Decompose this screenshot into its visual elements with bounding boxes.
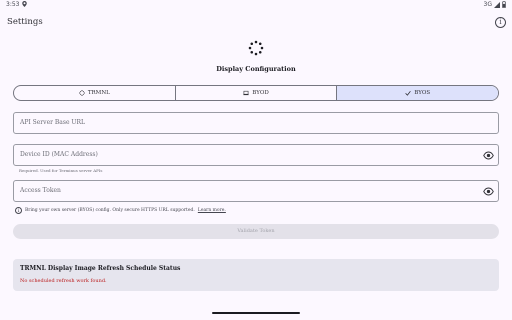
section-heading: Display Configuration: [216, 65, 296, 73]
device-id-placeholder: Device ID (MAC Address): [20, 151, 98, 158]
card-title: TRMNL Display Image Refresh Schedule Sta…: [20, 265, 181, 272]
byos-note: i Bring your own server (BYOS) config. O…: [15, 207, 226, 214]
validate-token-button[interactable]: Validate Token: [13, 224, 499, 239]
device-id-field[interactable]: Device ID (MAC Address): [13, 144, 499, 166]
page-title: Settings: [7, 17, 43, 27]
info-icon[interactable]: i: [495, 17, 506, 28]
location-icon: [22, 1, 28, 7]
visibility-icon[interactable]: [483, 150, 494, 161]
status-bar: 3:53 3G: [0, 0, 512, 10]
note-text: Bring your own server (BYOS) config. Onl…: [25, 208, 195, 213]
learn-more-link[interactable]: Learn more.: [198, 208, 226, 213]
gesture-nav-bar[interactable]: [212, 312, 300, 314]
info-icon: i: [15, 207, 22, 214]
server-url-field[interactable]: API Server Base URL: [13, 112, 499, 134]
network-type: 3G: [483, 1, 492, 8]
battery-icon: [502, 1, 506, 8]
segment-trmnl[interactable]: TRMNL: [14, 86, 176, 100]
trmnl-logo-icon: [248, 40, 264, 56]
access-token-field[interactable]: Access Token: [13, 180, 499, 202]
signal-icon: [494, 1, 500, 8]
refresh-status-card: TRMNL Display Image Refresh Schedule Sta…: [13, 259, 499, 291]
device-id-support-text: Required. Used for Terminus server APIs: [19, 168, 103, 173]
trmnl-icon: [79, 90, 85, 96]
check-icon: [405, 90, 411, 96]
status-time: 3:53: [6, 1, 28, 8]
server-type-selector: TRMNL BYOD BYOS: [13, 85, 499, 101]
segment-label: BYOD: [252, 90, 269, 96]
laptop-icon: [243, 90, 249, 96]
segment-byod[interactable]: BYOD: [176, 86, 338, 100]
segment-byos[interactable]: BYOS: [337, 86, 498, 100]
clock-text: 3:53: [6, 1, 20, 8]
segment-label: TRMNL: [87, 90, 110, 96]
server-url-placeholder: API Server Base URL: [20, 119, 85, 126]
card-message: No scheduled refresh work found.: [20, 278, 107, 284]
segment-label: BYOS: [414, 90, 431, 96]
access-token-placeholder: Access Token: [20, 187, 61, 194]
visibility-icon[interactable]: [483, 186, 494, 197]
